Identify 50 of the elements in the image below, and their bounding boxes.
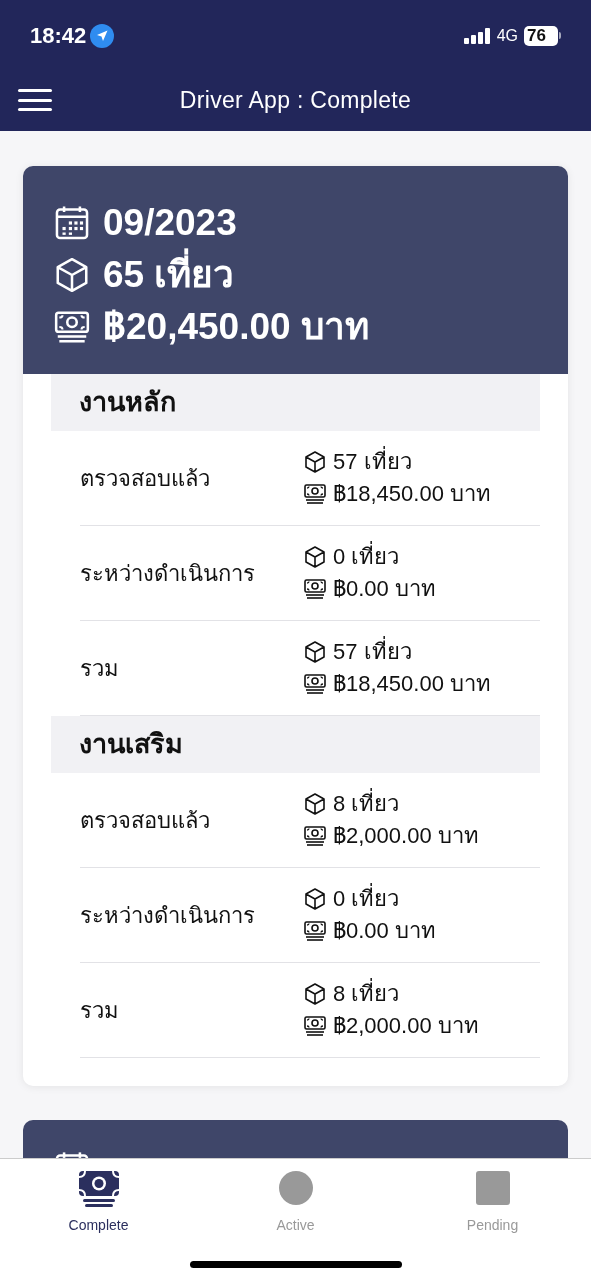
trip-count: 57 เที่ยว bbox=[333, 448, 412, 476]
square-icon bbox=[474, 1170, 511, 1206]
signal-icon bbox=[463, 27, 491, 44]
cube-icon bbox=[303, 450, 327, 474]
tab-button[interactable]: Complete bbox=[0, 1167, 197, 1236]
trip-count: 8 เที่ยว bbox=[333, 790, 400, 818]
calendar-icon bbox=[53, 204, 91, 242]
cube-icon bbox=[303, 887, 327, 911]
row-label: รวม bbox=[80, 996, 120, 1025]
banknote-stack-icon bbox=[303, 919, 327, 943]
circle-icon bbox=[277, 1170, 314, 1206]
cube-icon bbox=[53, 256, 91, 294]
banknote-stack-icon bbox=[303, 1014, 327, 1038]
banknote-stack-icon bbox=[303, 482, 327, 506]
amount: ฿2,000.00 บาท bbox=[333, 822, 479, 850]
row-label: ตรวจสอบแล้ว bbox=[80, 806, 211, 835]
menu-button[interactable] bbox=[18, 89, 52, 111]
cube-icon bbox=[303, 792, 327, 816]
row-label: ตรวจสอบแล้ว bbox=[80, 464, 211, 493]
trip-count: 0 เที่ยว bbox=[333, 543, 400, 571]
status-time: 18:42 bbox=[30, 22, 87, 50]
section-title: งานหลัก bbox=[79, 386, 176, 420]
row-label: ระหว่างดำเนินการ bbox=[80, 559, 256, 588]
cube-icon bbox=[303, 982, 327, 1006]
section-title: งานเสริม bbox=[79, 728, 183, 762]
trip-count: 65 เที่ยว bbox=[103, 250, 235, 300]
banknote-stack-icon bbox=[53, 308, 91, 346]
network-label: 4G bbox=[496, 25, 518, 46]
amount: ฿0.00 บาท bbox=[333, 917, 436, 945]
banknote-stack-icon bbox=[303, 824, 327, 848]
trip-count: 57 เที่ยว bbox=[333, 638, 412, 666]
month-label: 09/2023 bbox=[103, 201, 237, 245]
cube-icon bbox=[303, 545, 327, 569]
tab-button[interactable]: Active bbox=[197, 1167, 394, 1236]
amount: ฿2,000.00 บาท bbox=[333, 1012, 479, 1040]
trip-count: 8 เที่ยว bbox=[333, 980, 400, 1008]
cube-icon bbox=[303, 640, 327, 664]
amount: ฿0.00 บาท bbox=[333, 575, 436, 603]
trip-count: 0 เที่ยว bbox=[333, 885, 400, 913]
header-title: Driver App : Complete bbox=[179, 85, 412, 115]
banknote-icon bbox=[77, 1169, 120, 1207]
banknote-stack-icon bbox=[303, 577, 327, 601]
amount: ฿18,450.00 บาท bbox=[333, 480, 491, 508]
banknote-stack-icon bbox=[303, 672, 327, 696]
amount: ฿18,450.00 บาท bbox=[333, 670, 491, 698]
tab-button[interactable]: Pending bbox=[394, 1167, 591, 1236]
total-amount: ฿20,450.00 บาท bbox=[103, 305, 369, 349]
battery-percentage: 76 bbox=[527, 27, 546, 44]
row-label: รวม bbox=[80, 654, 120, 683]
row-label: ระหว่างดำเนินการ bbox=[80, 901, 256, 930]
